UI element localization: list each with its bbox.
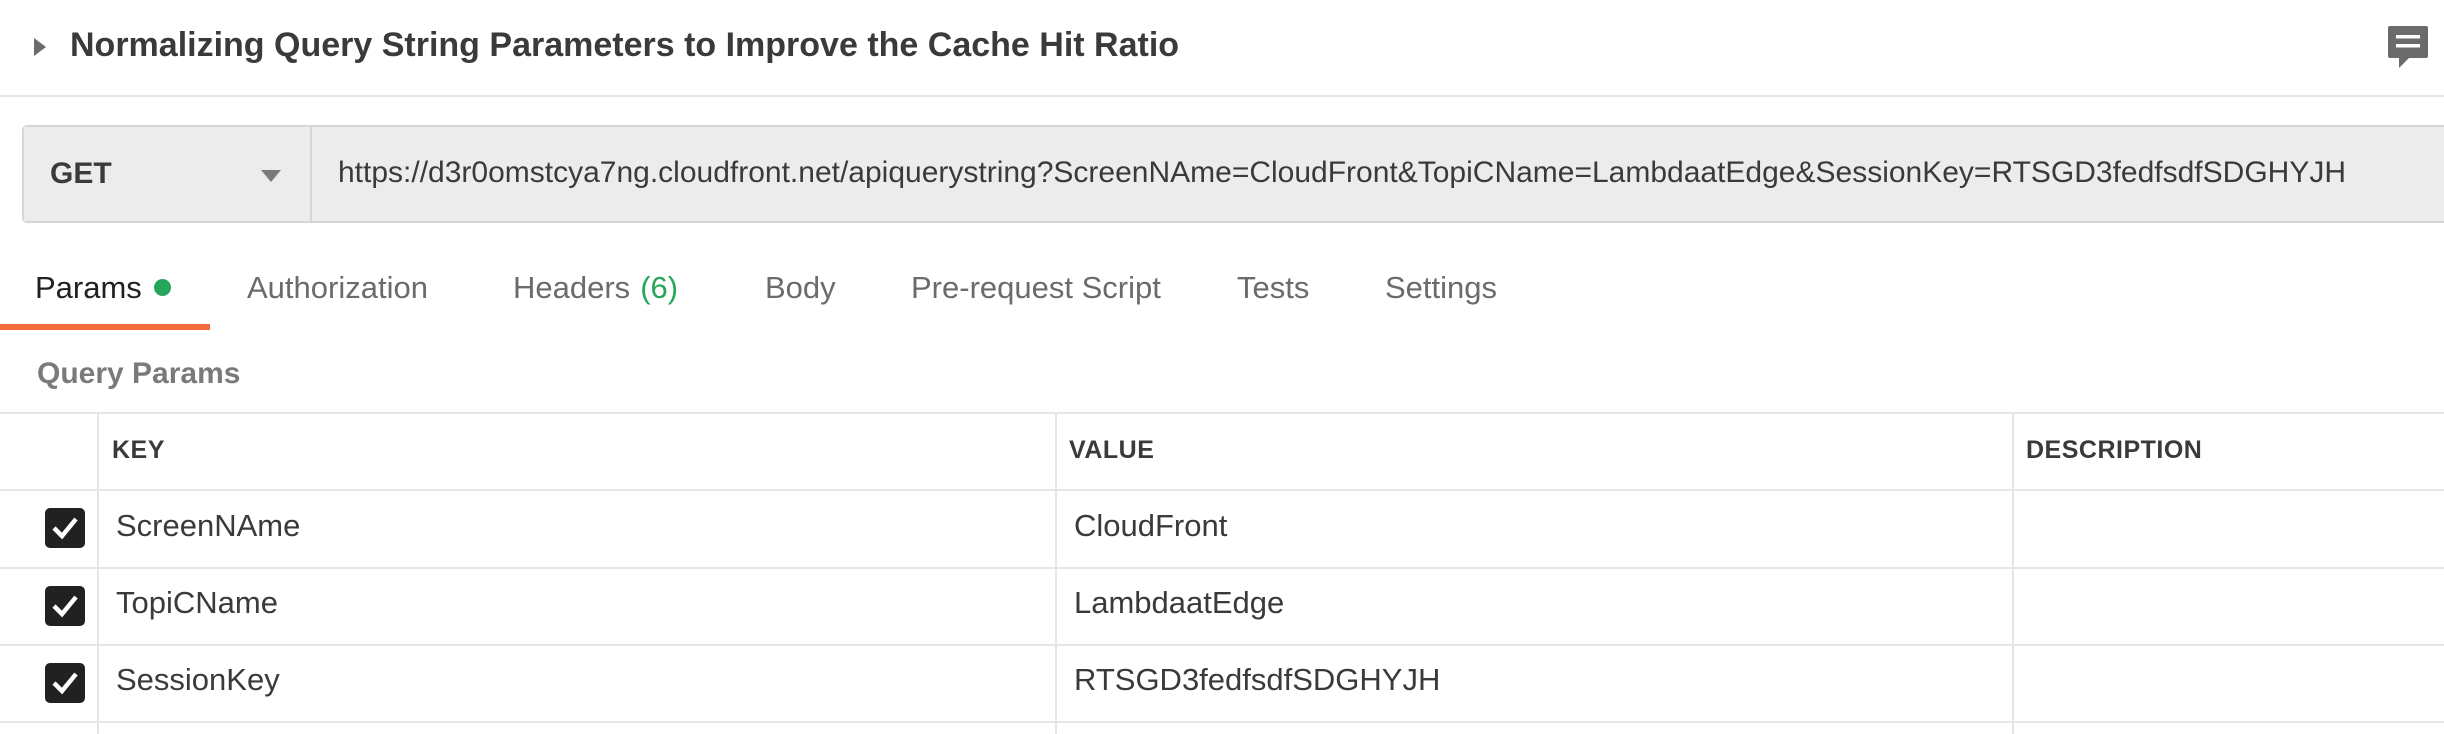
tab-headers-label: Headers [513,270,631,305]
column-header-value: VALUE [1069,436,1155,464]
request-url-bar: GET https://d3r0omstcya7ng.cloudfront.ne… [22,125,2444,223]
column-divider [1055,414,1057,734]
param-value-cell[interactable]: RTSGD3fedfsdfSDGHYJH [1074,662,1440,698]
param-description-cell[interactable] [2026,585,2426,625]
param-key-cell[interactable]: SessionKey [116,662,280,698]
url-input[interactable]: https://d3r0omstcya7ng.cloudfront.net/ap… [312,127,2444,221]
row-divider [0,721,2444,723]
row-enabled-checkbox[interactable] [45,586,85,626]
method-label: GET [50,157,112,190]
row-divider [0,644,2444,646]
tab-body[interactable]: Body [765,270,836,306]
tab-pre-request-script[interactable]: Pre-request Script [911,270,1161,306]
param-key-cell[interactable]: TopiCName [116,585,278,621]
tab-headers[interactable]: Headers (6) [513,270,678,306]
tab-params[interactable]: Params [35,270,171,306]
active-tab-indicator [0,324,210,330]
request-header: Normalizing Query String Parameters to I… [0,0,2444,97]
comments-icon[interactable] [2387,24,2429,70]
row-divider [0,567,2444,569]
tab-tests[interactable]: Tests [1237,270,1309,306]
tab-settings[interactable]: Settings [1385,270,1497,306]
param-key-cell[interactable]: ScreenNAme [116,508,300,544]
request-tabs: Params Authorization Headers (6) Body Pre… [0,255,2444,331]
param-value-cell[interactable]: LambdaatEdge [1074,585,1284,621]
column-header-description: DESCRIPTION [2026,436,2203,464]
request-title[interactable]: Normalizing Query String Parameters to I… [70,26,1179,65]
url-text: https://d3r0omstcya7ng.cloudfront.net/ap… [338,156,2346,189]
tab-authorization[interactable]: Authorization [247,270,428,306]
row-enabled-checkbox[interactable] [45,508,85,548]
row-divider [0,489,2444,491]
tab-params-label: Params [35,270,142,305]
param-description-cell[interactable] [2026,662,2426,702]
chevron-down-icon [261,170,281,182]
column-header-key: KEY [112,436,165,464]
param-value-cell[interactable]: CloudFront [1074,508,1227,544]
query-params-label: Query Params [37,357,241,390]
caret-right-icon[interactable] [34,38,46,56]
column-divider [2012,414,2014,734]
column-divider [97,414,99,734]
checkmark-icon [52,595,78,618]
method-dropdown[interactable]: GET [24,127,312,221]
checkmark-icon [52,517,78,540]
param-description-cell[interactable] [2026,508,2426,548]
query-params-table: KEY VALUE DESCRIPTION ScreenNAme CloudFr… [0,412,2444,734]
params-active-dot [153,279,171,296]
checkmark-icon [52,672,78,695]
row-enabled-checkbox[interactable] [45,663,85,703]
headers-count-badge: (6) [640,270,679,305]
